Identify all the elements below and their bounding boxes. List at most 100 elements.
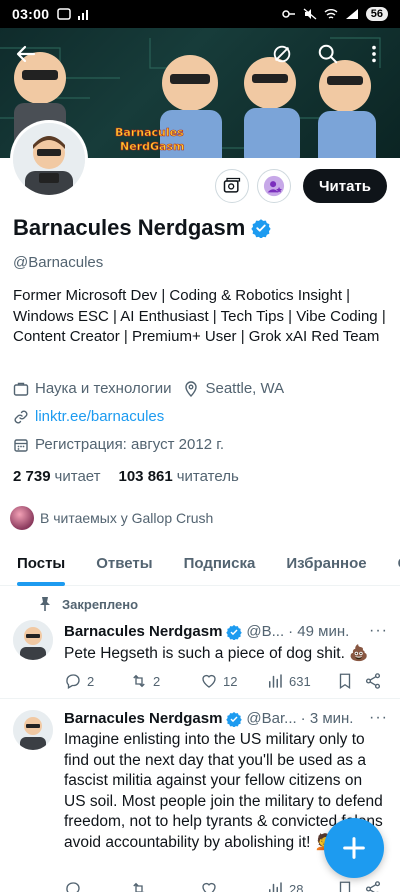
tweet-avatar-image [13,710,53,750]
tweet-more-button[interactable]: ··· [369,709,388,727]
status-bar: 03:00 56 [0,0,400,28]
tweet-author-name[interactable]: Barnacules Nerdgasm [64,623,222,640]
compose-plus-icon [343,837,365,859]
tweet-author-handle: @Bar... [246,710,297,727]
bookmark-icon [339,881,351,892]
like-icon [202,674,216,688]
subscribe-button[interactable] [214,169,249,203]
tweet-author-name[interactable]: Barnacules Nerdgasm [64,710,222,727]
tweet-avatar[interactable] [13,710,53,750]
bookmark-button[interactable] [336,672,354,690]
share-button[interactable] [364,672,382,690]
back-arrow-icon [16,45,36,63]
edit-off-icon [273,45,291,63]
reply-button[interactable] [64,880,130,892]
retweet-button[interactable]: 2 [130,672,200,690]
retweet-icon [133,674,145,688]
like-icon [202,882,216,892]
tweet-avatar[interactable] [13,620,53,660]
signal-bars-icon [78,10,89,20]
views-icon [269,674,282,688]
bookmark-button[interactable] [336,880,354,892]
verified-badge-icon [226,624,243,640]
tab-articles[interactable]: Ст [381,540,400,586]
more-options-button[interactable] [356,36,392,72]
profile-avatar[interactable] [10,120,88,198]
calendar-icon [14,438,28,452]
search-button[interactable] [310,36,346,72]
edit-off-button[interactable] [264,36,300,72]
followed-by-row[interactable]: В читаемых у Gallop Crush [10,506,213,530]
profile-tabs: Посты Ответы Подписка Избранное Ст [0,540,400,586]
svg-text:Barnacules: Barnacules [115,126,184,139]
verified-badge-icon[interactable] [251,218,271,238]
views-button[interactable]: 28 [266,880,336,892]
profile-link-row: linktr.ee/barnacules [13,408,164,425]
followed-by-text: В читаемых у Gallop Crush [40,510,214,526]
cell-signal-icon [345,9,358,19]
tab-posts[interactable]: Посты [0,540,79,586]
tab-highlights[interactable]: Избранное [269,540,380,586]
wifi-icon [324,9,338,19]
profile-category: Наука и технологии [35,380,172,397]
tab-subscriptions[interactable]: Подписка [167,540,270,586]
reply-button[interactable]: 2 [64,672,130,690]
battery-level: 56 [365,7,388,21]
search-icon [318,44,338,64]
tweet-engagement-bar: 2 2 12 631 [64,672,386,690]
tweet-avatar-image [13,620,53,660]
views-icon [269,882,282,892]
profile-bio: Former Microsoft Dev | Coding & Robotics… [13,287,386,345]
profile-name-row: Barnacules Nerdgasm [13,215,271,241]
mute-icon [303,8,317,20]
svg-text:NerdGasm: NerdGasm [120,140,184,153]
following-link[interactable]: 2 739 читает [13,468,101,485]
banner-logo: Barnacules NerdGasm [115,126,185,154]
subscribe-card-icon [223,177,241,193]
tweet-timestamp: · 3 мин. [300,710,354,727]
tweet-timestamp: · 49 мин. [288,623,350,640]
pin-icon [40,597,50,611]
more-vert-icon [372,45,376,63]
avatar-image [13,123,85,195]
tweet-author-handle: @B... [246,623,285,640]
follower-avatar [10,506,34,530]
bookmark-icon [339,673,351,690]
key-icon [282,10,295,18]
link-icon [14,410,28,423]
views-button[interactable]: 631 [266,672,336,690]
category-icon [13,382,29,396]
profile-name: Barnacules Nerdgasm [13,215,246,240]
back-button[interactable] [8,36,44,72]
tweet-header: Barnacules Nerdgasm @B... · 49 мин. [64,623,349,640]
retweet-icon [133,882,145,892]
share-icon [365,881,381,892]
profile-stats: 2 739 читает 103 861 читатель [13,468,239,485]
status-time: 03:00 [12,6,50,22]
profile-joined: Регистрация: август 2012 г. [35,436,225,453]
tweet-header: Barnacules Nerdgasm @Bar... · 3 мин. [64,710,353,727]
profile-link[interactable]: linktr.ee/barnacules [35,408,164,425]
retweet-button[interactable] [130,880,200,892]
notify-button[interactable] [256,169,291,203]
image-notification-icon [57,8,72,20]
tweet-text: Pete Hegseth is such a piece of dog shit… [64,645,369,662]
share-icon [365,673,381,689]
reply-icon [66,674,80,689]
profile-meta-row: Наука и технологии Seattle, WA [13,380,284,397]
follow-button[interactable]: Читать [302,169,387,203]
tweet-engagement-bar: 28 [64,880,386,892]
followers-link[interactable]: 103 861 читатель [119,468,239,485]
tab-replies[interactable]: Ответы [79,540,166,586]
like-button[interactable]: 12 [200,672,266,690]
compose-button[interactable] [324,818,384,878]
reply-icon [66,882,80,892]
profile-actions: Читать [214,169,387,203]
like-button[interactable] [200,880,266,892]
tweet-more-button[interactable]: ··· [369,622,388,640]
profile-joined-row: Регистрация: август 2012 г. [13,436,224,453]
profile-handle: @Barnacules [13,254,104,271]
profile-location: Seattle, WA [205,380,285,397]
banner-navigation [0,28,400,80]
share-button[interactable] [364,880,382,892]
